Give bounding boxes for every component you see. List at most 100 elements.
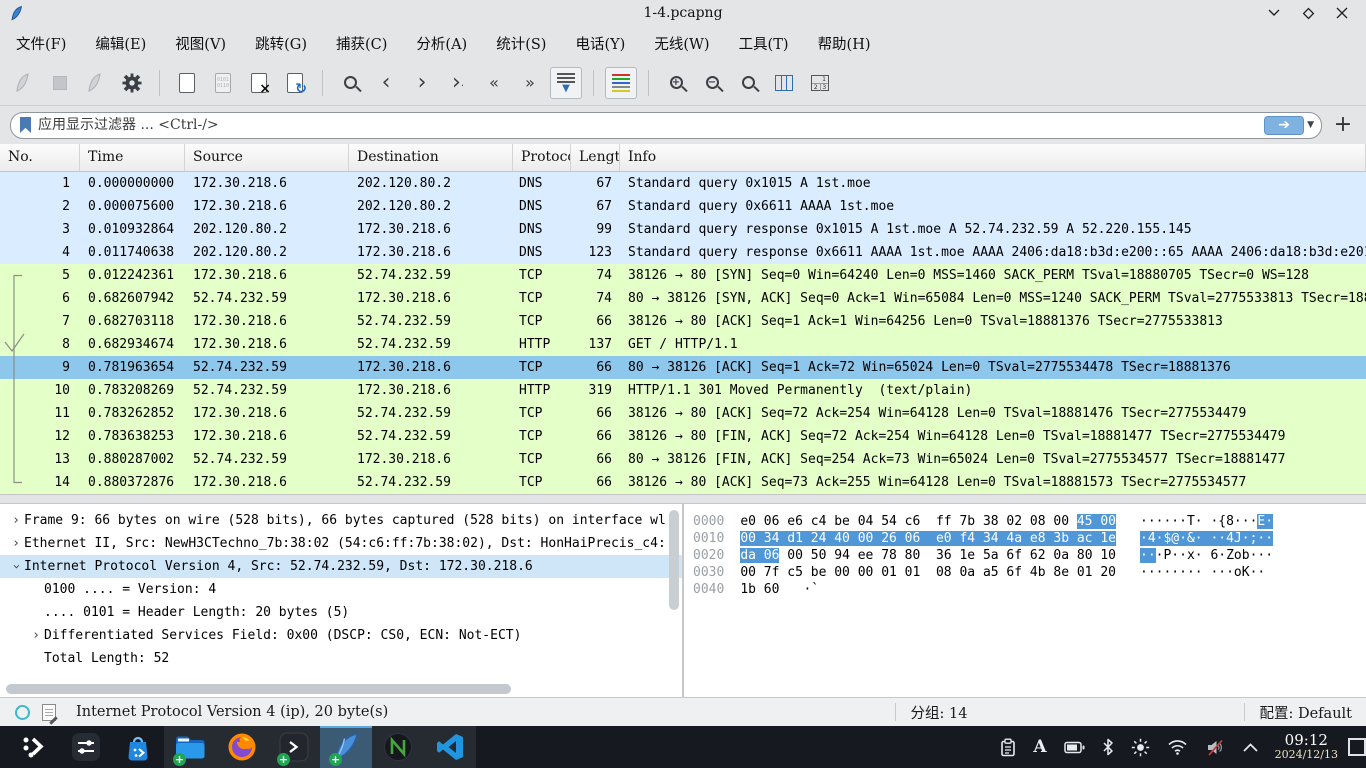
neovim-taskbar-button[interactable]: [372, 726, 424, 768]
colorize-button[interactable]: [605, 67, 637, 99]
go-to-packet-button[interactable]: ›·: [442, 67, 474, 99]
menu-item-8[interactable]: 无线(W): [650, 30, 713, 57]
zoom-in-button[interactable]: +: [660, 67, 692, 99]
column-header-destination[interactable]: Destination: [349, 144, 513, 171]
expander-icon[interactable]: ›: [8, 532, 24, 555]
vscode-taskbar-button[interactable]: [424, 726, 476, 768]
menu-item-3[interactable]: 跳转(G): [251, 30, 311, 57]
packet-row[interactable]: 110.783262852172.30.218.652.74.232.59TCP…: [0, 402, 1366, 425]
number-columns-button[interactable]: 123: [804, 67, 836, 99]
close-file-button[interactable]: ×: [243, 67, 275, 99]
menu-item-10[interactable]: 帮助(H): [814, 30, 875, 57]
detail-row[interactable]: ›Differentiated Services Field: 0x00 (DS…: [0, 624, 682, 647]
packet-row[interactable]: 130.88028700252.74.232.59172.30.218.6TCP…: [0, 448, 1366, 471]
go-forward-button[interactable]: ›: [406, 67, 438, 99]
menu-item-0[interactable]: 文件(F): [12, 30, 70, 57]
battery-icon[interactable]: [1064, 741, 1085, 754]
menu-item-9[interactable]: 工具(T): [735, 30, 793, 57]
reload-file-button[interactable]: ↻: [279, 67, 311, 99]
find-packet-button[interactable]: [334, 67, 366, 99]
auto-scroll-button[interactable]: ▼: [550, 67, 582, 99]
menu-item-6[interactable]: 统计(S): [492, 30, 550, 57]
menu-item-2[interactable]: 视图(V): [171, 30, 230, 57]
packet-row[interactable]: 100.78320826952.74.232.59172.30.218.6HTT…: [0, 379, 1366, 402]
menu-item-4[interactable]: 捕获(C): [332, 30, 391, 57]
packet-row[interactable]: 80.682934674172.30.218.652.74.232.59HTTP…: [0, 333, 1366, 356]
launcher-taskbar-button[interactable]: [8, 726, 60, 768]
filter-bookmark-icon[interactable]: [20, 117, 31, 133]
zoom-reset-button[interactable]: [732, 67, 764, 99]
detail-row[interactable]: Total Length: 52: [0, 647, 682, 670]
wifi-icon[interactable]: [1167, 739, 1188, 755]
expander-icon[interactable]: ›: [28, 624, 44, 647]
pane-splitter[interactable]: [0, 494, 1366, 504]
packet-row[interactable]: 140.880372876172.30.218.652.74.232.59TCP…: [0, 471, 1366, 494]
close-button[interactable]: [1332, 3, 1352, 23]
first-packet-button[interactable]: «: [478, 67, 510, 99]
chevron-up-icon[interactable]: [1242, 742, 1259, 753]
volume-muted-icon[interactable]: [1205, 739, 1225, 756]
show-desktop-button[interactable]: [1348, 738, 1366, 756]
display-filter-input[interactable]: [38, 117, 1264, 133]
column-header-source[interactable]: Source: [185, 144, 349, 171]
clipboard-icon[interactable]: [1000, 738, 1016, 757]
brightness-icon[interactable]: [1131, 738, 1150, 757]
expert-info-icon[interactable]: [15, 705, 30, 720]
detail-row[interactable]: ›Frame 9: 66 bytes on wire (528 bits), 6…: [0, 509, 682, 532]
save-file-button[interactable]: 01010110: [207, 67, 239, 99]
maximize-button[interactable]: [1298, 3, 1318, 23]
detail-row[interactable]: 0100 .... = Version: 4: [0, 578, 682, 601]
packet-row[interactable]: 30.010932864202.120.80.2172.30.218.6DNS9…: [0, 218, 1366, 241]
hex-row[interactable]: 0020da 06 00 50 94 ee 78 80 36 1e 5a 6f …: [693, 547, 1366, 564]
stop-capture-button[interactable]: [44, 67, 76, 99]
hex-row[interactable]: 0000e0 06 e6 c4 be 04 54 c6 ff 7b 38 02 …: [693, 513, 1366, 530]
column-header-time[interactable]: Time: [80, 144, 185, 171]
packet-row[interactable]: 50.012242361172.30.218.652.74.232.59TCP7…: [0, 264, 1366, 287]
wireshark-taskbar-button[interactable]: +: [320, 726, 372, 768]
column-header-no[interactable]: No.: [0, 144, 80, 171]
expander-icon[interactable]: ›: [5, 559, 28, 575]
details-vertical-scrollbar[interactable]: [669, 510, 679, 670]
last-packet-button[interactable]: »: [514, 67, 546, 99]
details-horizontal-scrollbar[interactable]: [6, 684, 656, 694]
filter-dropdown-caret-icon[interactable]: ▼: [1307, 120, 1314, 130]
restart-capture-button[interactable]: [80, 67, 112, 99]
hex-row[interactable]: 001000 34 d1 24 40 00 26 06 e0 f4 34 4a …: [693, 530, 1366, 547]
packet-row[interactable]: 70.682703118172.30.218.652.74.232.59TCP6…: [0, 310, 1366, 333]
capture-comment-icon[interactable]: [42, 704, 56, 721]
resize-columns-button[interactable]: [768, 67, 800, 99]
packet-row[interactable]: 120.783638253172.30.218.652.74.232.59TCP…: [0, 425, 1366, 448]
terminal-taskbar-button[interactable]: +: [268, 726, 320, 768]
column-header-info[interactable]: Info: [620, 144, 1366, 171]
column-header-protocol[interactable]: Protocol: [513, 144, 571, 171]
menu-item-5[interactable]: 分析(A): [412, 30, 471, 57]
add-filter-button-plus-icon[interactable]: +: [1330, 112, 1356, 138]
taskbar-clock[interactable]: 09:12 2024/12/13: [1275, 732, 1338, 762]
detail-row[interactable]: ›Ethernet II, Src: NewH3CTechno_7b:38:02…: [0, 532, 682, 555]
firefox-taskbar-button[interactable]: [216, 726, 268, 768]
control-center-taskbar-button[interactable]: [60, 726, 112, 768]
apply-filter-button[interactable]: ➔: [1264, 116, 1304, 135]
open-file-button[interactable]: [171, 67, 203, 99]
packet-row[interactable]: 90.78196365452.74.232.59172.30.218.6TCP6…: [0, 356, 1366, 379]
profile-name[interactable]: 配置: Default: [1259, 702, 1366, 723]
packet-row[interactable]: 60.68260794252.74.232.59172.30.218.6TCP7…: [0, 287, 1366, 310]
column-header-lengtl[interactable]: Lengtl: [571, 144, 620, 171]
hex-row[interactable]: 003000 7f c5 be 00 00 01 01 08 0a a5 6f …: [693, 564, 1366, 581]
menu-item-1[interactable]: 编辑(E): [91, 30, 150, 57]
file-manager-taskbar-button[interactable]: +: [164, 726, 216, 768]
detail-row[interactable]: ›Internet Protocol Version 4, Src: 52.74…: [0, 555, 682, 578]
packet-row[interactable]: 10.000000000172.30.218.6202.120.80.2DNS6…: [0, 172, 1366, 195]
expander-icon[interactable]: ›: [8, 509, 24, 532]
detail-row[interactable]: .... 0101 = Header Length: 20 bytes (5): [0, 601, 682, 624]
zoom-out-button[interactable]: −: [696, 67, 728, 99]
bluetooth-icon[interactable]: [1102, 738, 1114, 756]
capture-options-button[interactable]: [116, 67, 148, 99]
go-back-button[interactable]: ‹: [370, 67, 402, 99]
input-method-icon[interactable]: A: [1033, 739, 1046, 756]
minimize-button[interactable]: [1264, 3, 1284, 23]
menu-item-7[interactable]: 电话(Y): [571, 30, 629, 57]
packet-row[interactable]: 40.011740638202.120.80.2172.30.218.6DNS1…: [0, 241, 1366, 264]
app-store-taskbar-button[interactable]: [112, 726, 164, 768]
packet-row[interactable]: 20.000075600172.30.218.6202.120.80.2DNS6…: [0, 195, 1366, 218]
